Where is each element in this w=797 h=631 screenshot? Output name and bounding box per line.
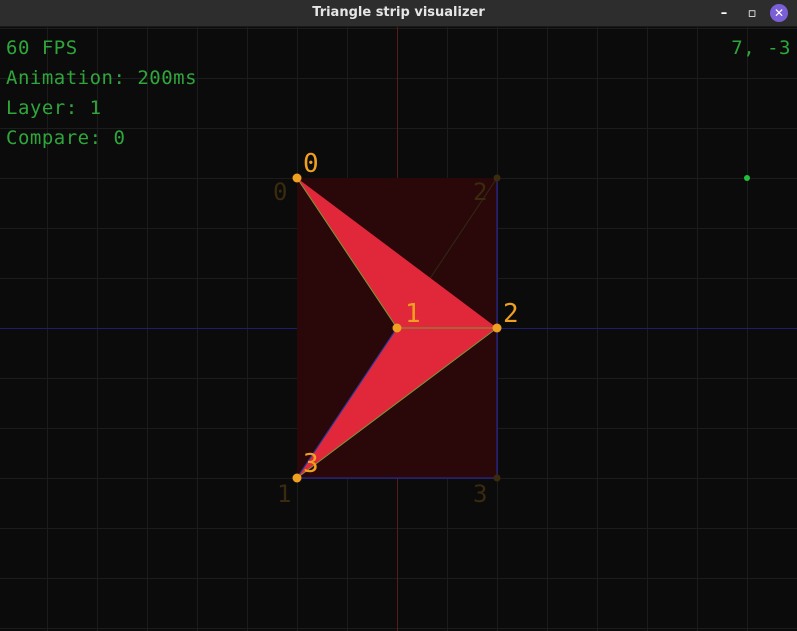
app-window: Triangle strip visualizer – ▫ ✕ 0 1 2 3 0 1 2 3… xyxy=(0,0,797,631)
canvas-viewport[interactable]: 0 1 2 3 0 1 2 3 60 FPS Animation: 200ms Layer: … xyxy=(0,27,797,631)
strip-vertex-label: 0 xyxy=(303,149,319,179)
compare-vertex-label: 0 xyxy=(273,178,287,206)
maximize-button[interactable]: ▫ xyxy=(743,4,761,22)
strip-vertex-label: 3 xyxy=(303,449,319,479)
compare-vertex-label: 1 xyxy=(277,480,291,508)
compare-indicator: Compare: 0 xyxy=(6,127,126,149)
strip-vertex-2 xyxy=(492,323,502,333)
title-bar[interactable]: Triangle strip visualizer – ▫ ✕ xyxy=(0,0,797,27)
compare-vertex-3 xyxy=(493,474,501,482)
fps-counter: 60 FPS xyxy=(6,37,78,59)
animation-duration: Animation: 200ms xyxy=(6,67,198,89)
close-button[interactable]: ✕ xyxy=(770,4,788,22)
cursor-dot xyxy=(744,175,750,181)
strip-vertex-label: 2 xyxy=(503,299,519,329)
strip-vertex-1 xyxy=(392,323,402,333)
strip-vertex-label: 1 xyxy=(405,299,421,329)
minimize-button[interactable]: – xyxy=(715,4,733,22)
window-title: Triangle strip visualizer xyxy=(312,5,485,20)
strip-vertex-0 xyxy=(292,173,302,183)
layer-indicator: Layer: 1 xyxy=(6,97,102,119)
cursor-coordinates: 7, -3 xyxy=(731,37,791,59)
compare-vertex-label: 3 xyxy=(473,480,487,508)
compare-vertex-2 xyxy=(493,174,501,182)
strip-vertex-3 xyxy=(292,473,302,483)
scene-canvas[interactable]: 0 1 2 3 0 1 2 3 xyxy=(0,27,797,631)
compare-vertex-label: 2 xyxy=(473,178,487,206)
